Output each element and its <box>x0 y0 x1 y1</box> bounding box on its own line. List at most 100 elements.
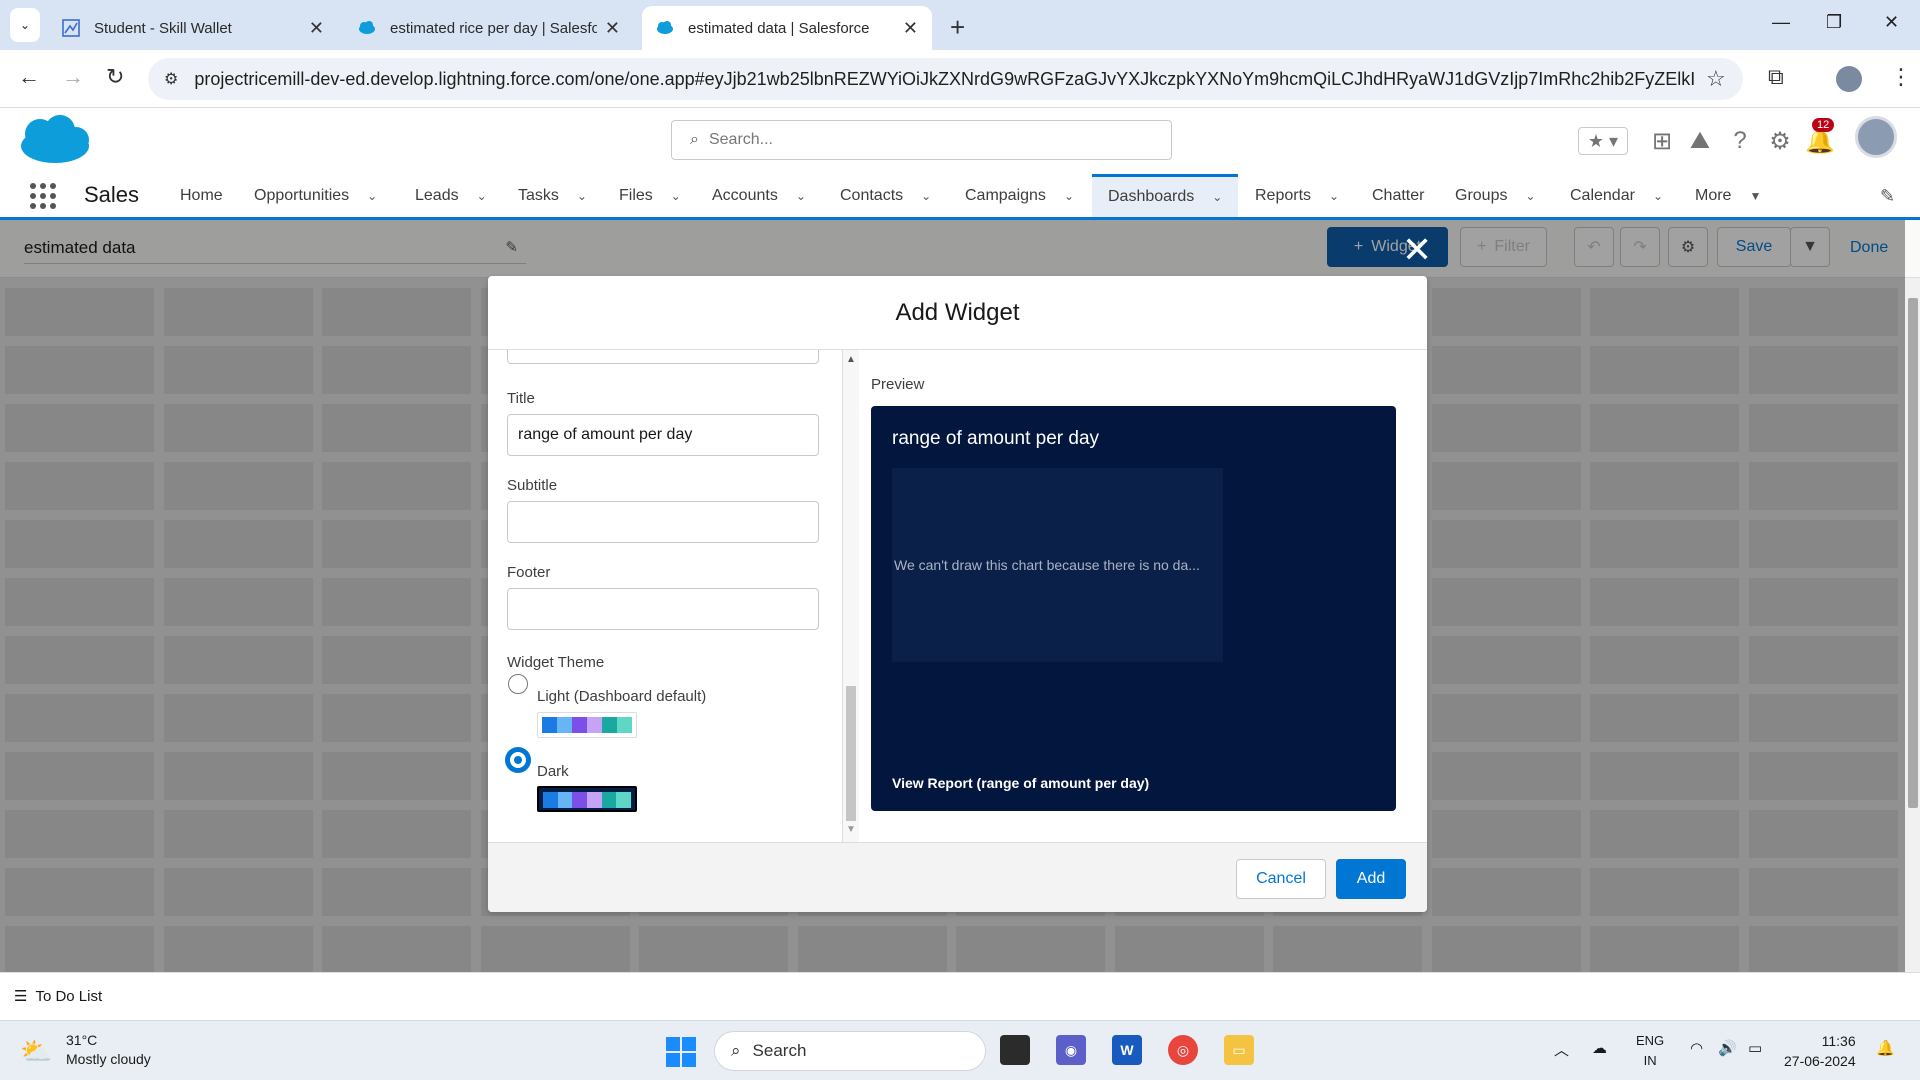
nav-item-tasks[interactable]: Tasks ⌄ <box>518 174 587 217</box>
setup-gear-icon[interactable]: ⚙ <box>1766 127 1794 155</box>
nav-label: Contacts <box>840 186 904 204</box>
minimize-icon[interactable]: — <box>1772 12 1790 33</box>
chevron-down-icon[interactable]: ⌄ <box>577 189 587 203</box>
nav-item-opportunities[interactable]: Opportunities ⌄ <box>254 174 377 217</box>
canvas-scrollbar[interactable] <box>1905 278 1920 972</box>
close-tab-icon[interactable]: ✕ <box>309 18 324 39</box>
tab-estimated-data[interactable]: estimated data | Salesforce ✕ <box>642 6 932 50</box>
back-icon[interactable]: ← <box>18 64 40 90</box>
nav-item-chatter[interactable]: Chatter <box>1372 174 1424 217</box>
taskbar-search-label: Search <box>752 1041 807 1060</box>
nav-item-leads[interactable]: Leads ⌄ <box>415 174 487 217</box>
site-info-icon[interactable]: ⚙ <box>164 69 178 89</box>
language-indicator[interactable]: ENG IN <box>1636 1031 1664 1071</box>
tray-overflow-icon[interactable]: ︿ <box>1554 1039 1569 1060</box>
clock[interactable]: 11:36 27-06-2024 <box>1784 1031 1856 1071</box>
widget-preview: range of amount per day We can't draw th… <box>871 406 1396 811</box>
chevron-down-icon[interactable]: ⌄ <box>921 189 931 203</box>
tab-skill-wallet[interactable]: Student - Skill Wallet ✕ <box>48 6 338 50</box>
nav-item-calendar[interactable]: Calendar ⌄ <box>1570 174 1663 217</box>
chevron-down-icon[interactable]: ⌄ <box>1329 189 1339 203</box>
properties-scrollbar[interactable]: ▲ ▼ <box>843 350 859 842</box>
start-icon[interactable] <box>666 1037 696 1067</box>
scroll-up-icon[interactable]: ▲ <box>846 354 856 365</box>
trailhead-icon[interactable]: ⛰ <box>1686 127 1714 155</box>
taskbar-search[interactable]: ⌕ Search <box>714 1031 986 1071</box>
tab-title: Student - Skill Wallet <box>94 19 232 37</box>
nav-item-home[interactable]: Home <box>180 174 223 217</box>
nav-item-campaigns[interactable]: Campaigns ⌄ <box>965 174 1074 217</box>
close-window-icon[interactable]: ✕ <box>1884 12 1899 33</box>
salesforce-cloud-icon <box>359 21 375 34</box>
global-search-input[interactable]: ⌕ Search... <box>671 120 1172 160</box>
bookmark-star-icon[interactable]: ☆ <box>1706 66 1726 92</box>
word-icon[interactable]: W <box>1112 1035 1142 1065</box>
nav-item-accounts[interactable]: Accounts ⌄ <box>712 174 806 217</box>
nav-item-files[interactable]: Files ⌄ <box>619 174 681 217</box>
theme-dark-radio[interactable] <box>508 750 528 770</box>
reload-icon[interactable]: ↻ <box>106 64 124 90</box>
volume-icon[interactable]: 🔊 <box>1718 1039 1737 1057</box>
nav-item-dashboards[interactable]: Dashboards ⌄ <box>1092 174 1239 217</box>
app-launcher-icon[interactable] <box>30 183 56 209</box>
battery-icon[interactable]: ▭ <box>1748 1039 1762 1057</box>
swatch-color <box>601 792 617 808</box>
nav-item-groups[interactable]: Groups ⌄ <box>1455 174 1536 217</box>
chevron-down-icon[interactable]: ⌄ <box>367 189 377 203</box>
salesforce-logo[interactable] <box>18 114 92 166</box>
nav-item-more[interactable]: More ▼ <box>1695 174 1761 217</box>
scrollbar-thumb[interactable] <box>846 686 856 821</box>
chevron-down-icon[interactable]: ⌄ <box>1653 189 1663 203</box>
favorites-star-icon[interactable]: ★ ▾ <box>1578 127 1628 155</box>
nav-item-reports[interactable]: Reports ⌄ <box>1255 174 1339 217</box>
scrollbar-thumb[interactable] <box>1908 298 1918 808</box>
chevron-down-icon[interactable]: ⌄ <box>1064 189 1074 203</box>
chevron-down-icon[interactable]: ⌄ <box>1212 190 1222 204</box>
chevron-down-icon[interactable]: ⌄ <box>796 189 806 203</box>
theme-light-radio[interactable] <box>508 674 528 694</box>
windows-taskbar: ⛅ 31°C Mostly cloudy ⌕ Search ◉ W ◎ ▭ ︿ … <box>0 1020 1920 1080</box>
title-input[interactable] <box>507 414 819 456</box>
file-explorer-icon[interactable]: ▭ <box>1224 1035 1254 1065</box>
weather-widget[interactable]: ⛅ 31°C Mostly cloudy <box>20 1031 151 1069</box>
help-icon[interactable]: ? <box>1726 127 1754 155</box>
url-text: projectricemill-dev-ed.develop.lightning… <box>194 68 1695 89</box>
address-bar[interactable]: ⚙ projectricemill-dev-ed.develop.lightni… <box>148 58 1743 100</box>
subtitle-input[interactable] <box>507 501 819 543</box>
cancel-button[interactable]: Cancel <box>1236 859 1326 899</box>
time: 11:36 <box>1821 1033 1856 1049</box>
edit-nav-pencil-icon[interactable]: ✎ <box>1880 186 1895 207</box>
caret-down-icon[interactable]: ▼ <box>1749 189 1761 203</box>
global-actions-icon[interactable]: ⊞ <box>1648 127 1676 155</box>
onedrive-icon[interactable]: ☁ <box>1592 1039 1607 1057</box>
chrome-icon[interactable]: ◎ <box>1168 1035 1198 1065</box>
light-theme-swatch[interactable] <box>537 712 637 738</box>
user-avatar[interactable] <box>1855 116 1897 158</box>
todo-list-item[interactable]: ☰ To Do List <box>14 987 102 1005</box>
chevron-down-icon[interactable]: ⌄ <box>1525 189 1535 203</box>
close-modal-icon[interactable]: ✕ <box>1402 232 1432 268</box>
footer-input[interactable] <box>507 588 819 630</box>
scroll-down-icon[interactable]: ▼ <box>846 824 856 835</box>
view-report-link[interactable]: View Report (range of amount per day) <box>892 775 1149 791</box>
profile-avatar[interactable] <box>1836 66 1862 92</box>
nav-item-contacts[interactable]: Contacts ⌄ <box>840 174 931 217</box>
teams-icon[interactable]: ◉ <box>1056 1035 1086 1065</box>
menu-icon[interactable]: ⋮ <box>1890 64 1912 90</box>
wifi-icon[interactable]: ◠ <box>1690 1039 1703 1057</box>
dark-theme-swatch[interactable] <box>537 786 637 812</box>
new-tab-icon[interactable]: + <box>950 12 965 43</box>
tab-search-button[interactable]: ⌄ <box>10 8 40 42</box>
previous-field-input[interactable] <box>507 350 819 364</box>
close-tab-icon[interactable]: ✕ <box>903 18 918 39</box>
tab-estimated-rice[interactable]: estimated rice per day | Salesforce ✕ <box>344 6 634 50</box>
extensions-icon[interactable]: ⧉ <box>1768 64 1784 90</box>
task-view-icon[interactable] <box>1000 1035 1030 1065</box>
chevron-down-icon[interactable]: ⌄ <box>671 189 681 203</box>
restore-icon[interactable]: ❐ <box>1826 12 1842 33</box>
notification-bell-icon[interactable]: 🔔 <box>1876 1039 1895 1057</box>
close-tab-icon[interactable]: ✕ <box>605 18 620 39</box>
forward-icon[interactable]: → <box>62 64 84 90</box>
chevron-down-icon[interactable]: ⌄ <box>477 189 487 203</box>
add-button[interactable]: Add <box>1336 859 1406 899</box>
